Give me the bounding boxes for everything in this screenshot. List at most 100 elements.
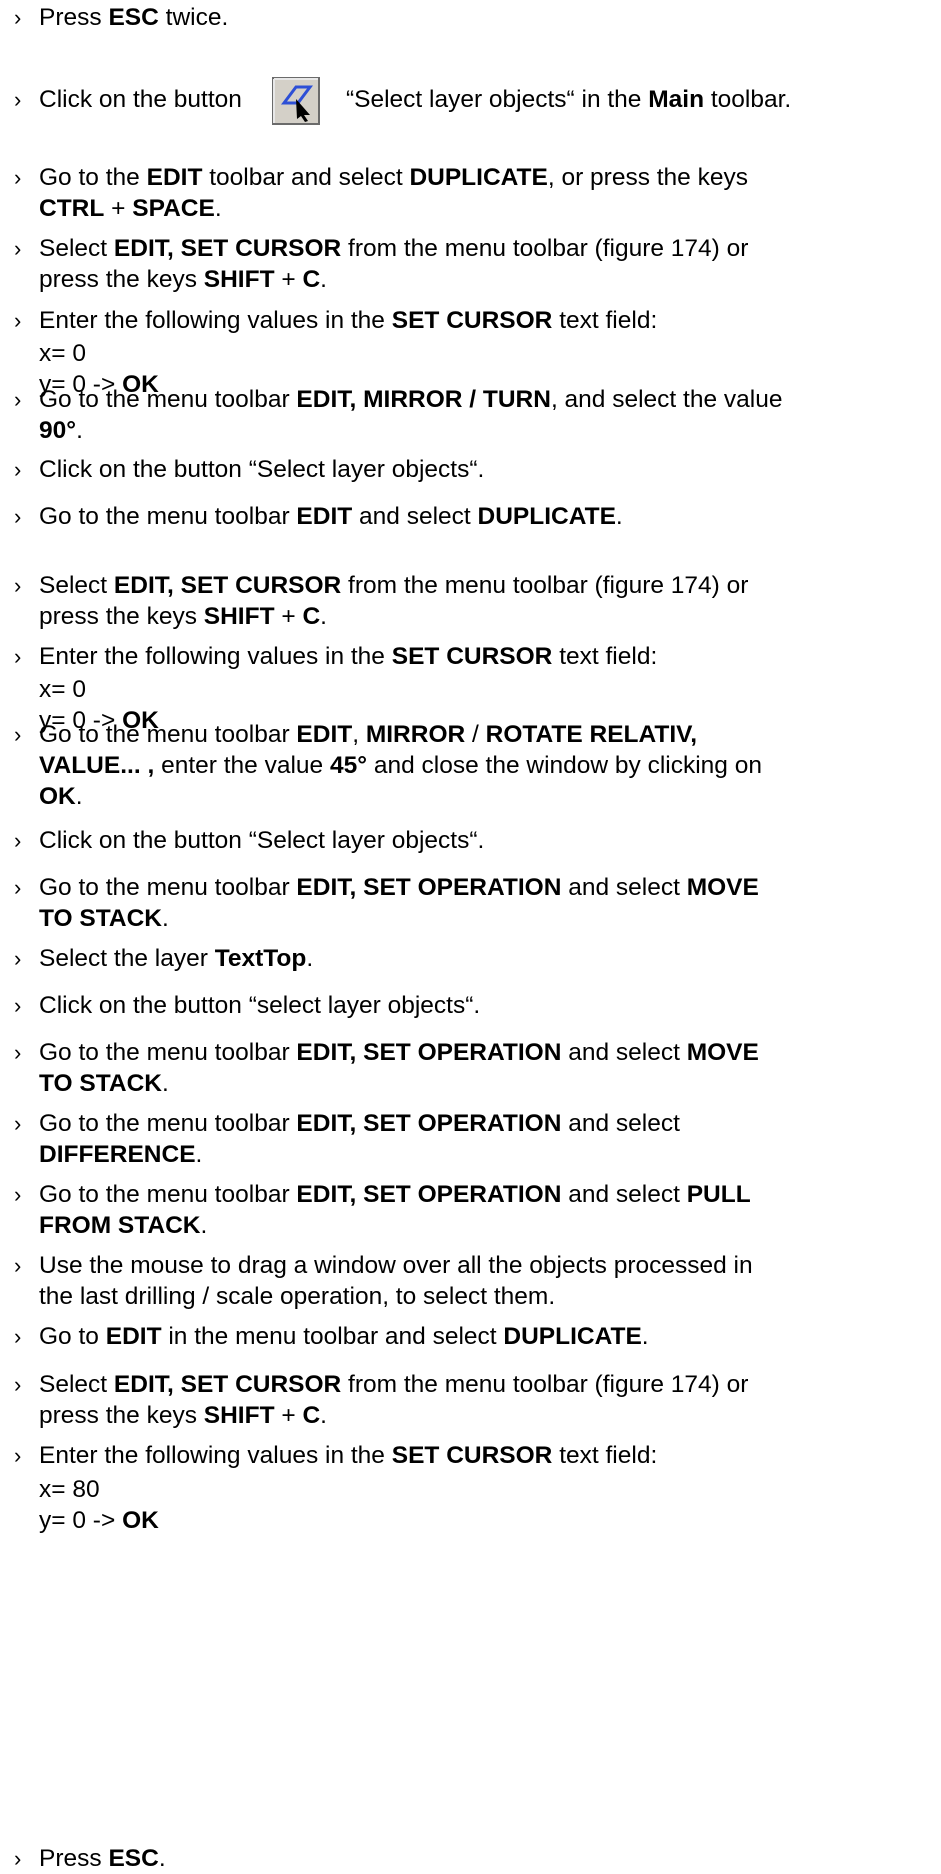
text-run: toolbar and select [202, 164, 410, 191]
step-item: › Enter the following values in the SET C… [14, 305, 931, 336]
text-run: enter the value [154, 752, 330, 779]
emphasis-text: OK [122, 1507, 159, 1534]
step-item: › Enter the following values in the SET C… [14, 1440, 931, 1471]
text-run: , and select the value [550, 386, 783, 413]
emphasis-text: EDIT [146, 164, 203, 191]
bullet-icon: › [14, 722, 22, 747]
bullet-icon: › [14, 1253, 22, 1278]
step-item: › Click on the button “Select layer objec… [14, 825, 931, 856]
emphasis-text: TO STACK [39, 905, 162, 932]
text-run: Enter the following values in the [39, 307, 392, 334]
step-text: Go to the menu toolbar EDIT and select D… [39, 501, 931, 532]
step-item: › Select EDIT, SET CURSOR from the menu t… [14, 233, 931, 295]
bullet-icon: › [14, 1324, 22, 1349]
emphasis-text: ESC [108, 1845, 159, 1872]
step-text: Go to the menu toolbar EDIT, SET OPERATI… [39, 1037, 931, 1099]
step-text: Click on the button “select layer object… [39, 990, 931, 1021]
step-text: Click on the button “Select layer objects… [39, 76, 931, 125]
cursor-values-block: x= 0 y= 0 -> OK [39, 338, 159, 400]
text-run: and select [561, 1181, 687, 1208]
value-line: x= 0 [39, 674, 159, 705]
emphasis-text: EDIT, SET CURSOR [113, 572, 342, 599]
text-run: . [214, 195, 222, 222]
step-item: › Select EDIT, SET CURSOR from the menu t… [14, 1369, 931, 1431]
text-run: x= 80 [39, 1476, 100, 1503]
step-text: Enter the following values in the SET CU… [39, 641, 931, 672]
emphasis-text: DUPLICATE [503, 1323, 642, 1350]
text-run: + [274, 1402, 303, 1429]
step-item: › Enter the following values in the SET C… [14, 641, 931, 672]
text-run: , [352, 721, 366, 748]
text-run: . [195, 1141, 203, 1168]
emphasis-text: C [302, 266, 321, 293]
step-item: › Go to the menu toolbar EDIT, SET OPERAT… [14, 1179, 931, 1241]
bullet-icon: › [14, 1372, 22, 1397]
text-run: Select [39, 235, 114, 262]
emphasis-text: EDIT, SET CURSOR [113, 1371, 342, 1398]
step-text: Enter the following values in the SET CU… [39, 305, 931, 336]
emphasis-text: ESC [108, 4, 159, 31]
text-run: + [104, 195, 133, 222]
emphasis-text: EDIT, SET OPERATION [296, 874, 562, 901]
emphasis-text: 90° [39, 417, 77, 444]
text-run: Click on the button “Select layer object… [39, 827, 485, 854]
step-item: › Click on the button “Select layer object… [14, 76, 931, 125]
text-run: twice. [158, 4, 229, 31]
step-text: Go to the menu toolbar EDIT, MIRROR / RO… [39, 719, 931, 812]
emphasis-text: ROTATE RELATIV, [485, 721, 698, 748]
bullet-icon: › [14, 875, 22, 900]
step-text: Select the layer TextTop. [39, 943, 931, 974]
emphasis-text: TO STACK [39, 1070, 162, 1097]
text-run: Click on the button [39, 86, 242, 113]
text-run: and select [561, 1110, 680, 1137]
emphasis-text: SPACE [132, 195, 215, 222]
step-text: Go to the menu toolbar EDIT, SET OPERATI… [39, 1179, 931, 1241]
text-run: . [320, 266, 327, 293]
emphasis-text: CTRL [39, 195, 105, 222]
text-run: Go to [39, 1323, 106, 1350]
text-run: Go to the [39, 164, 147, 191]
value-line: x= 0 [39, 338, 159, 369]
emphasis-text: MIRROR [365, 721, 466, 748]
text-run: . [161, 1070, 169, 1097]
instruction-document: › Press ESC twice. › Click on the button “Se… [0, 0, 941, 1872]
emphasis-text: SHIFT [203, 603, 275, 630]
text-run: Enter the following values in the [39, 1442, 392, 1469]
text-run: Enter the following values in the [39, 643, 392, 670]
text-run: text field: [552, 643, 658, 670]
bullet-icon: › [14, 1040, 22, 1065]
text-run: . [320, 1402, 327, 1429]
emphasis-text: Main [648, 86, 705, 113]
emphasis-text: 45° [329, 752, 368, 779]
text-run: Select [39, 1371, 114, 1398]
step-text: Select EDIT, SET CURSOR from the menu to… [39, 233, 931, 295]
text-run: + [274, 266, 303, 293]
emphasis-text: EDIT, SET CURSOR [113, 235, 342, 262]
bullet-icon: › [14, 1443, 22, 1468]
text-run: . [200, 1212, 208, 1239]
step-text: Go to EDIT in the menu toolbar and selec… [39, 1321, 931, 1352]
emphasis-text: MOVE [686, 1039, 759, 1066]
text-run: . [615, 503, 623, 530]
cursor-values-block: x= 80 y= 0 -> OK [39, 1474, 159, 1536]
emphasis-text: C [302, 1402, 321, 1429]
text-run: / [465, 721, 486, 748]
emphasis-text: EDIT [296, 721, 353, 748]
emphasis-text: EDIT [105, 1323, 162, 1350]
step-item: › Select the layer TextTop. [14, 943, 931, 974]
emphasis-text: SHIFT [203, 266, 275, 293]
step-text: Enter the following values in the SET CU… [39, 1440, 931, 1471]
step-text: Go to the menu toolbar EDIT, SET OPERATI… [39, 872, 931, 934]
text-run: Select [39, 572, 114, 599]
step-text: Go to the menu toolbar EDIT, MIRROR / TU… [39, 384, 931, 446]
text-run: the last drilling / scale operation, to … [39, 1283, 556, 1310]
step-text: Select EDIT, SET CURSOR from the menu to… [39, 1369, 931, 1431]
step-text: Click on the button “Select layer object… [39, 454, 931, 485]
bullet-icon: › [14, 946, 22, 971]
text-run: x= 0 [39, 340, 86, 367]
select-layer-objects-icon[interactable] [271, 76, 320, 125]
emphasis-text: SET CURSOR [391, 1442, 553, 1469]
bullet-icon: › [14, 308, 22, 333]
text-run: Click on the button “select layer object… [39, 992, 481, 1019]
text-run: press the keys [39, 603, 204, 630]
